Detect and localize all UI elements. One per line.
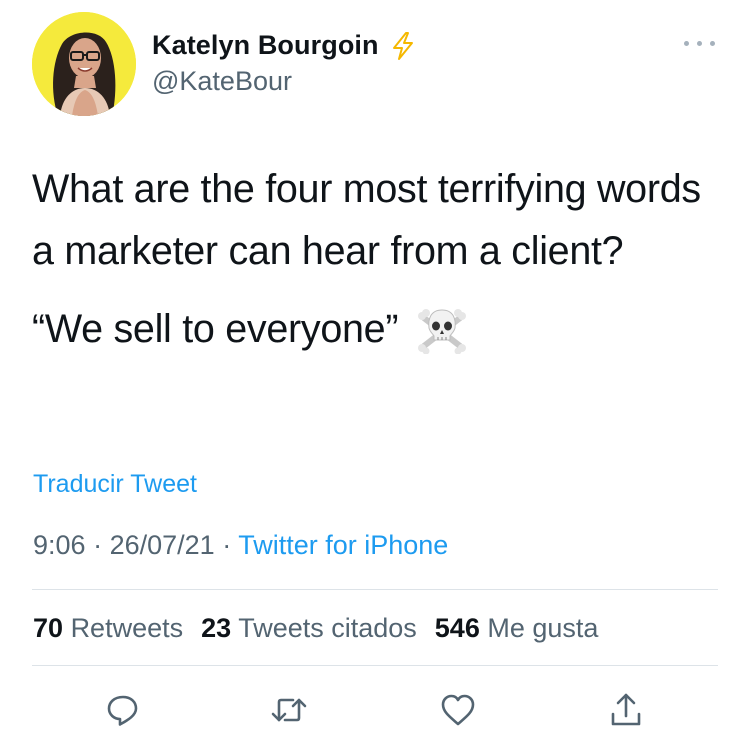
tweet-paragraph-1: What are the four most terrifying words … [32, 167, 701, 273]
likes-count: 546 [434, 613, 480, 643]
translate-tweet-link[interactable]: Traducir Tweet [33, 470, 197, 499]
retweet-icon [271, 698, 307, 722]
divider [32, 589, 718, 590]
avatar[interactable] [32, 12, 136, 116]
likes-stat[interactable]: 546 Me gusta [435, 613, 599, 644]
author-display-name[interactable]: Katelyn Bourgoin [152, 30, 379, 61]
skull-crossbones-icon [416, 304, 468, 355]
divider [32, 665, 718, 666]
retweets-label: Retweets [70, 613, 184, 643]
like-button[interactable] [436, 688, 480, 732]
author-handle[interactable]: @KateBour [152, 66, 292, 97]
share-button[interactable] [604, 688, 648, 732]
share-icon [611, 693, 641, 726]
like-icon [441, 694, 475, 726]
tweet-quote-text: “We sell to everyone” [32, 307, 399, 351]
tweet-stats: 70 Retweets 23 Tweets citados 546 Me gus… [33, 613, 616, 644]
quote-tweets-stat[interactable]: 23 Tweets citados [201, 613, 417, 644]
tweet-date[interactable]: 26/07/21 [110, 530, 215, 560]
likes-label: Me gusta [487, 613, 599, 643]
reply-button[interactable] [101, 688, 145, 732]
tweet-source-link[interactable]: Twitter for iPhone [238, 530, 448, 560]
meta-separator: · [222, 530, 232, 560]
reply-icon [107, 695, 138, 726]
tweet-text: What are the four most terrifying words … [32, 158, 722, 360]
action-bar [0, 688, 750, 736]
quotes-count: 23 [201, 613, 232, 643]
avatar-image [32, 12, 136, 116]
retweet-button[interactable] [267, 688, 311, 732]
more-options-icon[interactable] [682, 36, 718, 52]
tweet-time[interactable]: 9:06 [33, 530, 86, 560]
retweets-stat[interactable]: 70 Retweets [33, 613, 183, 644]
retweets-count: 70 [33, 613, 64, 643]
meta-separator: · [93, 530, 103, 560]
tweet-meta: 9:06 · 26/07/21 · Twitter for iPhone [33, 530, 448, 561]
tweet-header: Katelyn Bourgoin @KateBour [0, 0, 750, 130]
lightning-bolt-icon [389, 31, 417, 61]
name-row: Katelyn Bourgoin [152, 30, 417, 61]
quotes-label: Tweets citados [238, 613, 417, 643]
tweet-paragraph-2: “We sell to everyone” [32, 298, 722, 360]
